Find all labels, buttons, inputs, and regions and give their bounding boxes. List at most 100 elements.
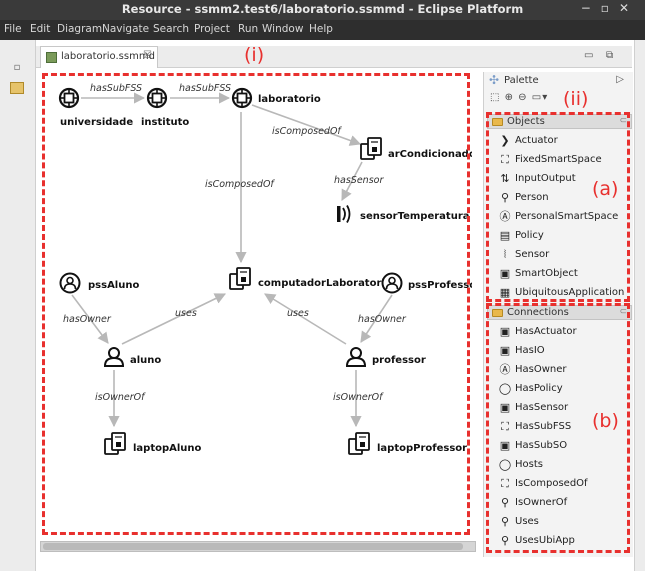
editor-tab-label: laboratorio.ssmmd <box>61 51 155 62</box>
menu-window[interactable]: Window <box>262 23 303 35</box>
fixed-smart-space-icon <box>58 87 80 109</box>
folder-icon <box>492 118 503 126</box>
node-instituto[interactable]: instituto <box>141 87 189 128</box>
personal-smart-space-icon <box>381 272 403 294</box>
annotation-label-connections: (b) <box>592 410 619 432</box>
node-label-laptopprofessor: laptopProfessor <box>377 443 467 454</box>
palette-item-label: IsOwnerOf <box>515 497 568 508</box>
edge-label-isownerof-2: isOwnerOf <box>333 392 384 403</box>
smart-object-icon <box>104 432 126 455</box>
node-label-instituto: instituto <box>141 117 189 128</box>
palette-item-label: PersonalSmartSpace <box>515 211 619 222</box>
minimize-icon[interactable]: − <box>581 1 601 15</box>
close-icon[interactable]: ✕ <box>619 1 639 15</box>
person-icon <box>104 347 124 367</box>
has-sensor-icon: ▣ <box>499 401 511 414</box>
node-arcondicionado[interactable]: arCondicionado <box>360 137 476 160</box>
edge-professor-computadorlaboratorio[interactable] <box>264 293 347 345</box>
edge-label-uses-2: uses <box>287 308 309 319</box>
menu-edit[interactable]: Edit <box>30 23 50 35</box>
folder-icon <box>492 309 503 317</box>
objects-drawer-header[interactable]: Objects ⊂ <box>487 114 632 129</box>
editor-minimize-icon[interactable]: ▭ <box>584 50 593 61</box>
maximize-icon[interactable]: ▫ <box>601 1 619 15</box>
editor-tab[interactable]: laboratorio.ssmmd ☒ <box>40 46 158 68</box>
node-label-computadorlaboratorio: computadorLaboratorio <box>258 278 392 289</box>
edge-label-iscomposedof-1: isComposedOf <box>272 126 342 137</box>
node-label-sensortemperatura: sensorTemperatura <box>360 211 470 222</box>
menu-help[interactable]: Help <box>309 23 333 35</box>
tab-close-icon[interactable]: ☒ <box>143 50 152 61</box>
objects-drawer-title: Objects <box>507 116 545 127</box>
edge-label-hassubfss-2: hasSubFSS <box>179 83 231 94</box>
edge-laboratorio-arcondicionado[interactable] <box>251 104 362 146</box>
palette-panel: ✣ Palette ▷ ⬚ ⊕ ⊖ ▭▾ Objects ⊂ ❯ Actuator… <box>483 72 633 557</box>
edge-label-hassensor: hasSensor <box>334 175 384 186</box>
diagram-canvas[interactable]: hasSubFSS hasSubFSS isComposedOf hasSens… <box>40 70 481 540</box>
has-actuator-icon: ▣ <box>499 325 511 338</box>
diagram-svg: hasSubFSS hasSubFSS isComposedOf hasSens… <box>58 83 481 455</box>
menu-project[interactable]: Project <box>194 23 230 35</box>
palette-icon: ✣ <box>489 73 500 87</box>
palette-item-label: HasSubFSS <box>515 421 572 432</box>
fixed-smart-space-icon <box>146 87 168 109</box>
left-trim-strip: ▫ <box>0 40 36 571</box>
palette-tools[interactable]: ⬚ ⊕ ⊖ ▭▾ <box>490 92 548 106</box>
menu-run[interactable]: Run <box>238 23 258 35</box>
palette-item-label: HasSensor <box>515 402 569 413</box>
palette-collapse-icon[interactable]: ▷ <box>616 74 624 85</box>
has-sub-fss-icon: ⛶ <box>501 420 509 433</box>
horizontal-scrollbar[interactable] <box>40 541 476 552</box>
node-laboratorio[interactable]: laboratorio <box>231 87 321 109</box>
fixed-smart-space-icon: ⛶ <box>501 153 509 166</box>
uses-icon: ⚲ <box>500 515 510 528</box>
palette-item-label: HasOwner <box>515 364 567 375</box>
edge-aluno-computadorlaboratorio[interactable] <box>121 293 227 345</box>
palette-item-label: HasIO <box>515 345 545 356</box>
node-pssprofessor[interactable]: pssProfessor <box>381 272 481 294</box>
personal-smart-space-icon <box>59 272 81 294</box>
window-title: Resource - ssmm2.test6/laboratorio.ssmmd… <box>121 2 524 16</box>
palette-item-label: SmartObject <box>515 268 578 279</box>
uses-ubi-app-icon: ⚲ <box>500 534 510 547</box>
smart-object-icon <box>360 137 382 160</box>
menu-diagram[interactable]: Diagram <box>57 23 102 35</box>
sensor-icon <box>336 204 351 224</box>
palette-title: Palette <box>504 75 539 86</box>
diagram-edges <box>71 92 393 428</box>
node-universidade[interactable]: universidade <box>58 87 133 128</box>
scrollbar-thumb[interactable] <box>43 543 463 550</box>
node-aluno[interactable]: aluno <box>104 347 161 367</box>
pin-icon[interactable]: ⊂ <box>619 307 627 317</box>
node-label-pssprofessor: pssProfessor <box>408 280 472 291</box>
node-label-arcondicionado: arCondicionado <box>388 149 472 160</box>
node-laptopaluno[interactable]: laptopAluno <box>104 432 202 455</box>
input-output-icon: ⇅ <box>500 172 510 185</box>
has-io-icon: ▣ <box>499 344 511 357</box>
node-professor[interactable]: professor <box>346 347 426 367</box>
node-label-laptopaluno: laptopAluno <box>133 443 202 454</box>
palette-item-label: Uses <box>515 516 539 527</box>
actuator-icon: ❯ <box>500 134 510 147</box>
menu-navigate[interactable]: Navigate <box>102 23 149 35</box>
window-titlebar: Resource - ssmm2.test6/laboratorio.ssmmd… <box>0 0 645 20</box>
node-computadorlaboratorio[interactable]: computadorLaboratorio <box>229 267 392 290</box>
editor-maximize-icon[interactable]: ⧉ <box>606 50 613 61</box>
pin-icon[interactable]: ⊂ <box>619 116 627 126</box>
project-explorer-icon[interactable] <box>10 82 24 94</box>
node-laptopprofessor[interactable]: laptopProfessor <box>348 432 467 455</box>
perspective-icon[interactable]: ▫ <box>10 62 24 74</box>
editor-tab-bar: laboratorio.ssmmd ☒ ▭ ⧉ <box>36 46 632 68</box>
connections-drawer-header[interactable]: Connections ⊂ <box>487 305 632 320</box>
smart-object-icon <box>229 267 251 290</box>
node-sensortemperatura[interactable]: sensorTemperatura <box>336 204 470 224</box>
menu-file[interactable]: File <box>4 23 22 35</box>
palette-item-label: IsComposedOf <box>515 478 588 489</box>
node-pssaluno[interactable]: pssAluno <box>59 272 140 294</box>
edge-label-iscomposedof-2: isComposedOf <box>205 179 275 190</box>
palette-item-label: Sensor <box>515 249 550 260</box>
node-label-universidade: universidade <box>60 117 133 128</box>
node-label-professor: professor <box>372 355 426 366</box>
menu-search[interactable]: Search <box>153 23 189 35</box>
right-trim-strip <box>634 40 645 571</box>
